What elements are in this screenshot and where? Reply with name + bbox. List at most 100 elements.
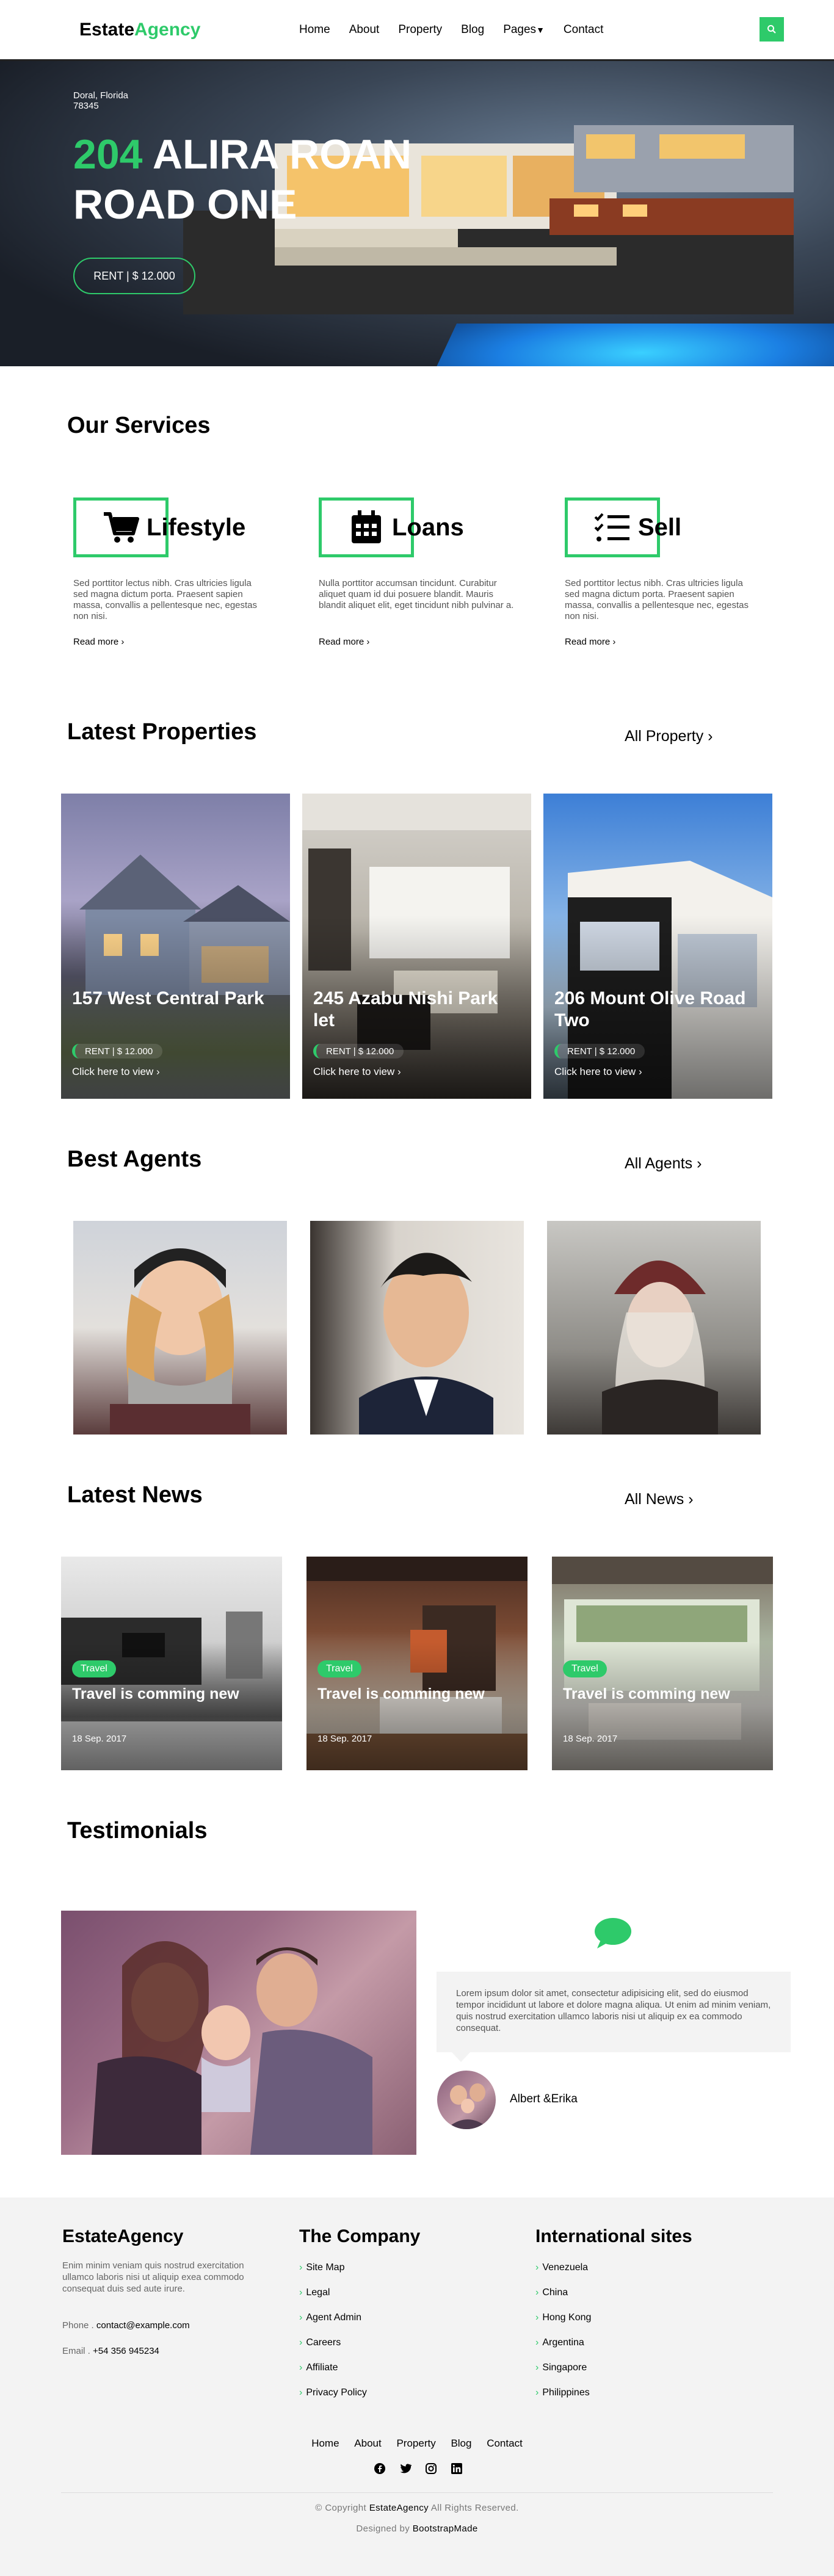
search-button[interactable] — [760, 17, 784, 42]
credits-designer[interactable]: BootstrapMade — [413, 2524, 478, 2534]
footer-link-label: Legal — [306, 2287, 330, 2298]
testimonials-title: Testimonials — [67, 1818, 208, 1843]
chevron-right-icon: › — [299, 2362, 303, 2373]
news-tag[interactable]: Travel — [317, 1660, 361, 1677]
chevron-right-icon: › — [366, 637, 370, 647]
chevron-right-icon: › — [299, 2387, 303, 2398]
nav-contact[interactable]: Contact — [564, 23, 603, 37]
footer-link-singapore[interactable]: › Singapore — [535, 2362, 587, 2373]
footer-nav-about[interactable]: About — [354, 2437, 381, 2449]
nav-property[interactable]: Property — [398, 23, 442, 37]
linkedin-icon[interactable] — [451, 2462, 463, 2475]
footer-link-affiliate[interactable]: › Affiliate — [299, 2362, 338, 2373]
credits-prefix: Designed by — [356, 2524, 410, 2534]
footer-nav: Home About Property Blog Contact — [0, 2437, 834, 2450]
hero-banner: Doral, Florida 78345 204 ALIRA ROAN ROAD… — [0, 61, 834, 366]
copyright-brand[interactable]: EstateAgency — [369, 2503, 429, 2513]
property-title: 206 Mount Olive Road Two — [554, 988, 746, 1030]
service-sell-name: Sell — [638, 514, 682, 541]
news-card[interactable]: Travel Travel is comming new 18 Sep. 201… — [306, 1557, 528, 1770]
instagram-icon[interactable] — [425, 2462, 437, 2475]
footer-link-legal[interactable]: › Legal — [299, 2287, 330, 2298]
news-tag[interactable]: Travel — [72, 1660, 116, 1677]
property-view-link[interactable]: Click here to view › — [72, 1066, 160, 1078]
agent-photo[interactable] — [547, 1221, 761, 1435]
agent-photo[interactable] — [310, 1221, 524, 1435]
view-label: Click here to view — [72, 1066, 154, 1077]
property-view-link[interactable]: Click here to view › — [313, 1066, 401, 1078]
footer-link-site-map[interactable]: › Site Map — [299, 2262, 344, 2273]
checklist-icon — [594, 513, 629, 541]
agents-title: Best Agents — [67, 1146, 202, 1172]
facebook-icon[interactable] — [374, 2462, 386, 2475]
nav-blog[interactable]: Blog — [461, 23, 484, 37]
property-card[interactable]: 157 West Central Park RENT | $ 12.000 Cl… — [61, 794, 290, 1099]
property-card[interactable]: 206 Mount Olive Road Two RENT | $ 12.000… — [543, 794, 772, 1099]
footer-divider — [61, 2492, 773, 2493]
chevron-right-icon: › — [535, 2262, 539, 2273]
chevron-right-icon: › — [638, 1066, 642, 1077]
news-tag[interactable]: Travel — [563, 1660, 607, 1677]
footer-link-agent-admin[interactable]: › Agent Admin — [299, 2312, 361, 2323]
testimonial-quote-box: Lorem ipsum dolor sit amet, consectetur … — [437, 1972, 791, 2052]
footer-link-privacy[interactable]: › Privacy Policy — [299, 2387, 367, 2398]
property-card[interactable]: 245 Azabu Nishi Park let RENT | $ 12.000… — [302, 794, 531, 1099]
twitter-icon[interactable] — [399, 2462, 412, 2475]
social-links — [374, 2462, 463, 2475]
caret-down-icon: ▼ — [536, 25, 545, 35]
email-value[interactable]: +54 356 945234 — [93, 2346, 159, 2356]
brand-logo[interactable]: EstateAgency — [79, 20, 200, 40]
hero-price-badge[interactable]: RENT | $ 12.000 — [73, 258, 195, 294]
nav-home[interactable]: Home — [299, 23, 330, 37]
footer-link-philippines[interactable]: › Philippines — [535, 2387, 590, 2398]
all-agents-link[interactable]: All Agents › — [625, 1155, 702, 1173]
navbar: EstateAgency Home About Property Blog Pa… — [0, 0, 834, 61]
all-news-link[interactable]: All News › — [625, 1491, 694, 1508]
footer-nav-contact[interactable]: Contact — [487, 2437, 523, 2449]
service-loans-read-more[interactable]: Read more › — [319, 637, 369, 647]
service-sell-desc: Sed porttitor lectus nibh. Cras ultricie… — [565, 578, 749, 621]
footer-link-label: China — [542, 2287, 568, 2298]
footer-link-label: Philippines — [542, 2387, 590, 2398]
read-more-label: Read more — [565, 637, 611, 647]
main-nav: Home About Property Blog Pages▼ Contact — [299, 23, 622, 37]
chevron-right-icon: › — [697, 1155, 702, 1172]
news-card[interactable]: Travel Travel is comming new 18 Sep. 201… — [61, 1557, 282, 1770]
agent-photo[interactable] — [73, 1221, 287, 1435]
footer-link-careers[interactable]: › Careers — [299, 2337, 341, 2348]
all-agents-label: All Agents — [625, 1155, 693, 1172]
chevron-right-icon: › — [299, 2262, 303, 2273]
footer-link-hong-kong[interactable]: › Hong Kong — [535, 2312, 591, 2323]
footer-link-china[interactable]: › China — [535, 2287, 568, 2298]
news-card[interactable]: Travel Travel is comming new 18 Sep. 201… — [552, 1557, 773, 1770]
hero-pool — [422, 324, 834, 366]
phone-value[interactable]: contact@example.com — [96, 2320, 190, 2331]
chevron-right-icon: › — [612, 637, 616, 647]
nav-about[interactable]: About — [349, 23, 380, 37]
chevron-right-icon: › — [299, 2337, 303, 2348]
service-lifestyle-desc: Sed porttitor lectus nibh. Cras ultricie… — [73, 578, 258, 621]
property-price: RENT | $ 12.000 — [554, 1044, 645, 1058]
footer-nav-blog[interactable]: Blog — [451, 2437, 471, 2449]
service-lifestyle-read-more[interactable]: Read more › — [73, 637, 124, 647]
hero-location-zip: 78345 — [73, 101, 99, 111]
testimonial-photo — [61, 1911, 416, 2155]
footer-link-venezuela[interactable]: › Venezuela — [535, 2262, 588, 2273]
service-sell-read-more[interactable]: Read more › — [565, 637, 615, 647]
footer-brand[interactable]: EstateAgency — [62, 2226, 183, 2247]
all-property-link[interactable]: All Property › — [625, 728, 713, 745]
properties-title: Latest Properties — [67, 719, 257, 745]
testimonial-avatar — [436, 2069, 497, 2130]
property-view-link[interactable]: Click here to view › — [554, 1066, 642, 1078]
news-date: 18 Sep. 2017 — [72, 1734, 127, 1744]
service-loans-desc: Nulla porttitor accumsan tincidunt. Cura… — [319, 578, 514, 610]
chevron-right-icon: › — [299, 2287, 303, 2298]
nav-pages[interactable]: Pages▼ — [503, 23, 545, 37]
footer-nav-property[interactable]: Property — [396, 2437, 435, 2449]
chevron-right-icon: › — [708, 728, 713, 745]
footer-link-label: Site Map — [306, 2262, 345, 2273]
chevron-right-icon: › — [535, 2287, 539, 2298]
footer-nav-home[interactable]: Home — [311, 2437, 339, 2449]
chevron-right-icon: › — [535, 2362, 539, 2373]
footer-link-argentina[interactable]: › Argentina — [535, 2337, 584, 2348]
